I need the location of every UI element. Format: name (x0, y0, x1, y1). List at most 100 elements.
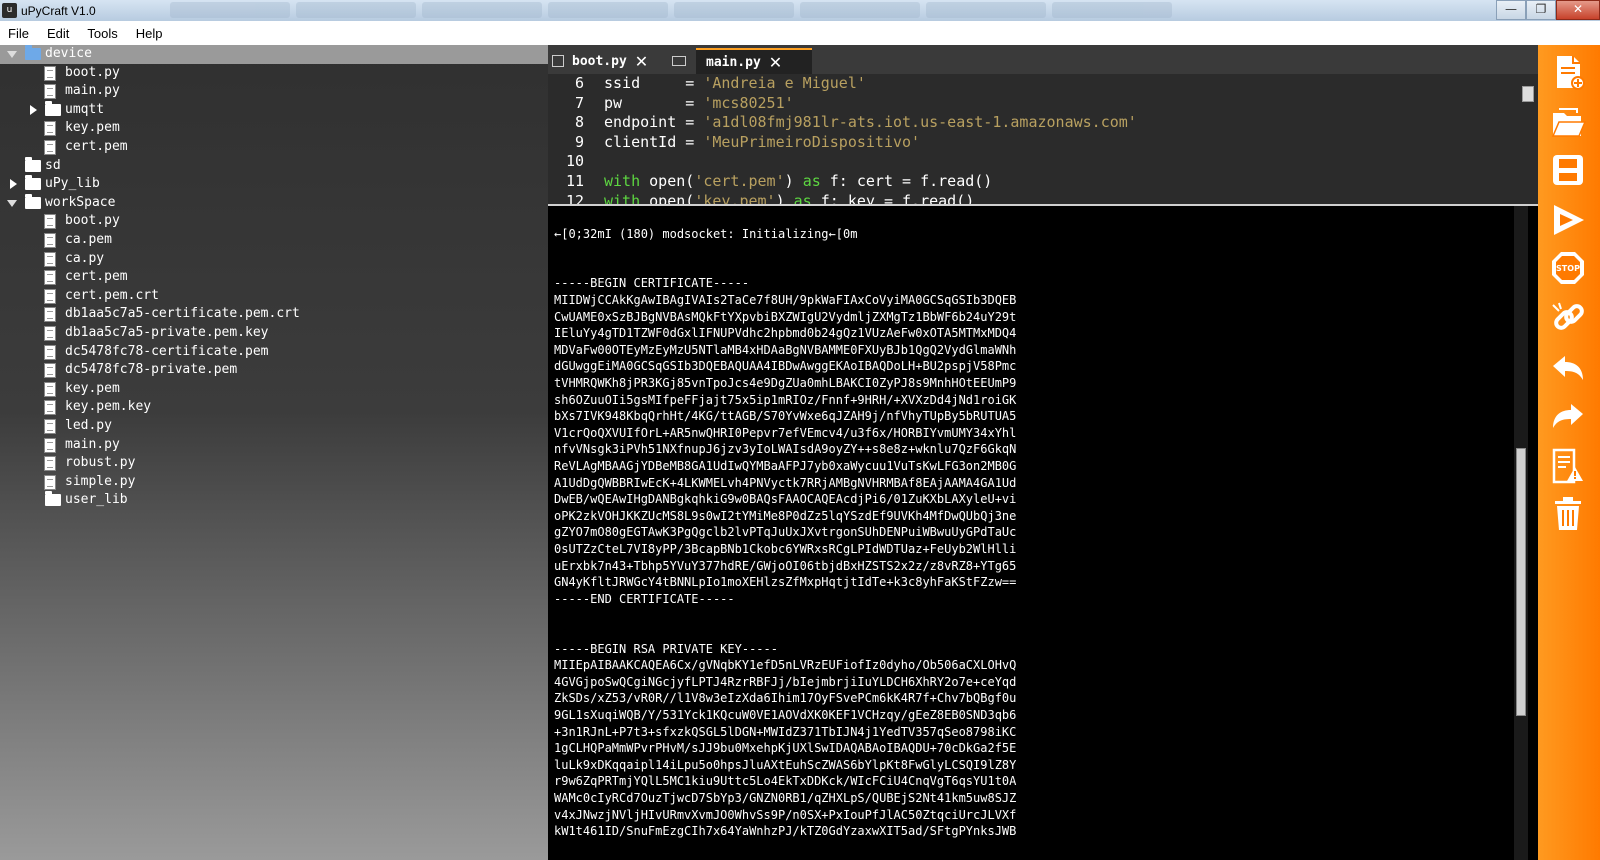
tree-file[interactable]: boot.py (0, 64, 548, 83)
terminal-scroll-thumb[interactable] (1516, 448, 1526, 716)
terminal-line: MIIDWjCCAkKgAwIBAgIVAIs2TaCe7f8UH/9pkWaF… (554, 293, 1017, 307)
code-line[interactable]: 6 ssid = 'Andreia e Miguel' (548, 74, 1518, 94)
editor-scrollbar[interactable] (1522, 86, 1534, 102)
tree-file[interactable]: dc5478fc78-certificate.pem (0, 343, 548, 362)
code-token: endpoint = (604, 113, 704, 132)
close-tab-icon[interactable]: ✕ (769, 53, 782, 72)
tree-folder[interactable]: device (0, 45, 548, 64)
code-text: clientId = 'MeuPrimeiroDispositivo' (604, 133, 920, 151)
tab-boot-py[interactable]: boot.py ✕ (548, 48, 666, 74)
tree-folder[interactable]: uPy_lib (0, 175, 548, 194)
tree-item-label: key.pem (65, 380, 120, 396)
code-line[interactable]: 11 with open('cert.pem') as f: cert = f.r… (548, 172, 1518, 192)
tree-item-label: db1aa5c7a5-private.pem.key (65, 325, 269, 340)
tree-file[interactable]: boot.py (0, 212, 548, 231)
file-tab-icon (552, 55, 564, 67)
tree-folder[interactable]: sd (0, 156, 548, 176)
new-file-icon[interactable] (1549, 53, 1587, 91)
menu-file[interactable]: File (8, 26, 29, 41)
tree-folder[interactable]: user_lib (0, 491, 548, 510)
code-token: f: cert = f.read() (820, 172, 993, 190)
open-folder-icon[interactable] (1549, 103, 1587, 141)
terminal-line: MDVaFw00OTEyMzEyMzU5NTlaMB4xHDAaBgNVBAMM… (554, 342, 1017, 357)
code-text: ssid = 'Andreia e Miguel' (604, 74, 866, 92)
tree-item-label: workSpace (45, 194, 116, 210)
undo-icon[interactable] (1549, 349, 1587, 387)
tree-file[interactable]: dc5478fc78-private.pem (0, 361, 548, 380)
redo-icon[interactable] (1549, 397, 1587, 435)
tree-item-label: ca.py (65, 250, 105, 266)
tree-file[interactable]: key.pem (0, 380, 548, 399)
tree-file[interactable]: key.pem (0, 119, 548, 138)
terminal-line: 1gCLHQPaMmWPvrPHvM/sJJ9bu0MxehpKjUXlSwID… (554, 741, 1017, 756)
terminal-line: DwEB/wQEAwIHgDANBgkqhkiG9w0BAQsFAAOCAQEA… (554, 492, 1017, 507)
code-line[interactable]: 8 endpoint = 'a1dl08fmj981lr-ats.iot.us-e… (548, 113, 1518, 133)
menu-tools[interactable]: Tools (87, 26, 117, 41)
string-token: 'a1dl08fmj981lr-ats.iot.us-east-1.amazon… (703, 113, 1137, 132)
tab-main-py[interactable]: main.py ✕ (696, 48, 812, 74)
background-taskbar (170, 2, 1172, 18)
tree-file[interactable]: key.pem.key (0, 398, 548, 417)
terminal-output[interactable]: ←[0;32mI (180) modsocket: Initializing←[… (548, 206, 1538, 860)
code-line[interactable]: 7 pw = 'mcs80251' (548, 94, 1518, 114)
close-button[interactable]: ✕ (1556, 0, 1600, 20)
terminal-line: luLk9xDKqqaipl14iLpu5o0hpsJluAXtEuhScZWA… (554, 757, 1017, 772)
code-line[interactable]: 10 (548, 152, 1518, 172)
save-icon[interactable] (1549, 151, 1587, 189)
code-line[interactable]: 9 clientId = 'MeuPrimeiroDispositivo' (548, 133, 1518, 153)
monitor-icon (672, 56, 686, 66)
connect-icon[interactable] (1549, 299, 1587, 337)
tree-file[interactable]: main.py (0, 436, 548, 455)
line-number: 9 (574, 132, 584, 151)
svg-text:STOP: STOP (1556, 264, 1580, 273)
tree-item-label: key.pem (65, 120, 120, 136)
syntax-check-icon[interactable] (1549, 447, 1587, 485)
code-editor[interactable]: 6 ssid = 'Andreia e Miguel' 7 pw = 'mcs8025… (548, 74, 1538, 204)
clear-trash-icon[interactable] (1549, 495, 1587, 533)
collapse-arrow-icon[interactable] (7, 199, 17, 207)
code-text: with open('cert.pem') as f: cert = f.rea… (604, 172, 992, 190)
code-token: open( (640, 191, 695, 204)
maximize-button[interactable]: ❐ (1526, 0, 1556, 20)
menu-help[interactable]: Help (136, 26, 163, 41)
tree-item-label: ca.pem (65, 232, 112, 247)
stop-icon[interactable]: STOP (1549, 249, 1587, 287)
close-tab-icon[interactable]: ✕ (635, 52, 648, 71)
string-token: 'mcs80251' (703, 93, 794, 112)
tree-file[interactable]: simple.py (0, 473, 548, 492)
collapse-arrow-icon[interactable] (7, 51, 17, 58)
tree-file[interactable]: ca.py (0, 250, 548, 269)
tree-file[interactable]: db1aa5c7a5-private.pem.key (0, 324, 548, 343)
file-icon (44, 344, 56, 360)
tree-file[interactable]: db1aa5c7a5-certificate.pem.crt (0, 305, 548, 324)
tree-file[interactable]: cert.pem (0, 138, 548, 157)
terminal-line: bXs7IVK948KbqQrhHt/4KG/ttAGB/S70YvWxe6qJ… (554, 409, 1017, 424)
terminal-line: kW1t461ID/SnuFmEzgCIh7x64YaWnhzPJ/kTZ0Gd… (554, 824, 1017, 839)
code-token: ssid = (604, 74, 704, 92)
tree-file[interactable]: ca.pem (0, 231, 548, 250)
window-controls: — ❐ ✕ (1496, 0, 1600, 20)
tree-file[interactable]: robust.py (0, 454, 548, 473)
tree-file[interactable]: led.py (0, 417, 548, 436)
tree-folder[interactable]: workSpace (0, 193, 548, 213)
terminal-line: V1crQoQXVUIfOrL+AR5nwQHRI0Pepvr7efVEmcv4… (554, 425, 1017, 440)
terminal-line: +3n1RJnL+P7t3+sfxzkQSGL5lDGN+MWIdZ371TbI… (554, 724, 1017, 739)
tree-file[interactable]: main.py (0, 82, 548, 101)
string-token: 'key.pem' (694, 191, 776, 204)
file-icon (44, 400, 56, 416)
tree-file[interactable]: cert.pem.crt (0, 287, 548, 306)
code-line[interactable]: 12 with open('key.pem') as f: key = f.rea… (548, 192, 1518, 204)
run-icon[interactable] (1549, 201, 1587, 239)
tree-item-label: simple.py (65, 473, 136, 489)
file-icon (44, 214, 56, 230)
expand-arrow-icon[interactable] (30, 104, 37, 115)
tree-folder[interactable]: umqtt (0, 100, 548, 120)
expand-arrow-icon[interactable] (10, 179, 17, 190)
terminal-line: IEluYy4gTD1TZWF0dGxlIFNUPVdhc2hpbmd0b24g… (554, 326, 1017, 341)
menu-edit[interactable]: Edit (47, 26, 69, 41)
file-icon (44, 326, 56, 341)
terminal-line: -----BEGIN CERTIFICATE----- (554, 276, 750, 291)
minimize-button[interactable]: — (1496, 0, 1526, 20)
tree-file[interactable]: cert.pem (0, 268, 548, 287)
file-icon (44, 307, 56, 323)
